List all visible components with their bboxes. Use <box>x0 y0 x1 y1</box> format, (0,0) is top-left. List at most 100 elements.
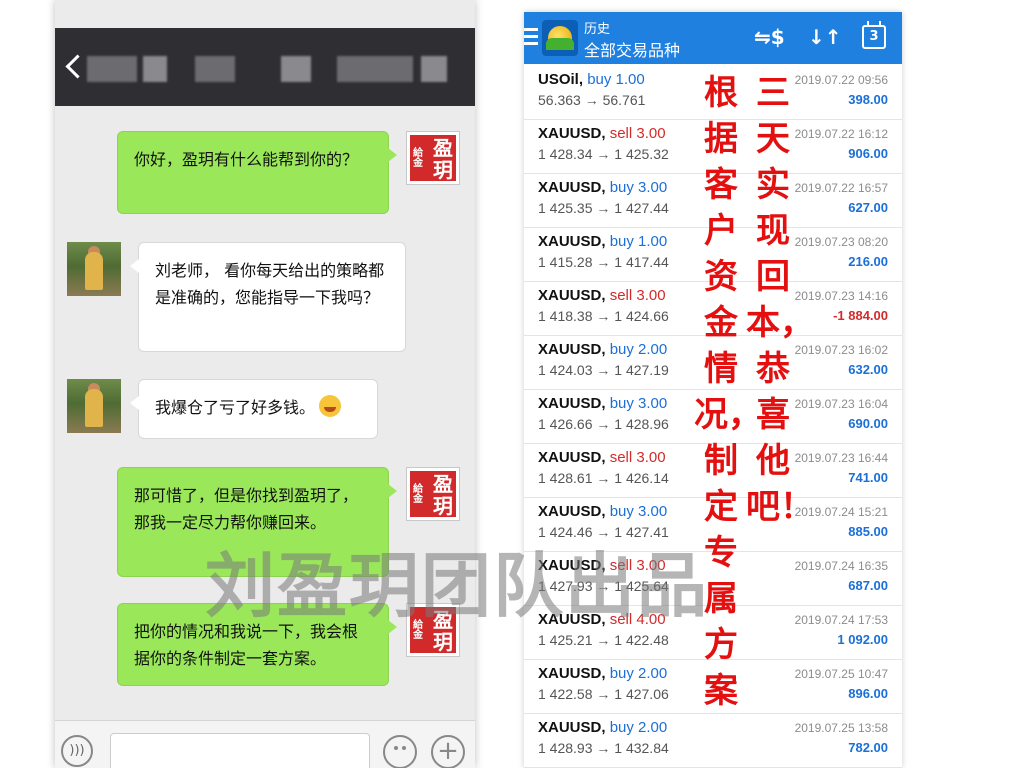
trade-side: buy <box>609 233 634 250</box>
voice-icon[interactable]: ))) <box>61 735 93 767</box>
message-bubble-self: 你好，盈玥有什么能帮到你的？ <box>117 131 397 214</box>
avatar-user[interactable] <box>67 242 121 296</box>
trade-lots: 2.00 <box>638 665 668 682</box>
overlay-text-right: 三天实现回本，恭喜他吧！ <box>746 73 814 527</box>
avatar-user[interactable] <box>67 379 121 433</box>
trade-prices: 1 425.21 → 1 422.48 <box>538 632 669 648</box>
trade-date: 2019.07.25 10:47 <box>794 667 888 681</box>
sort-icon[interactable]: ↓↑ <box>808 25 842 49</box>
history-header: 历史 全部交易品种 ⇋$ ↓↑ 3 <box>524 12 902 64</box>
seal-logo-icon: 盈 玥 給金 <box>410 471 456 517</box>
blurred-contact-name <box>195 56 235 82</box>
trade-symbol: USOil, buy 1.00 <box>538 71 645 88</box>
trade-profit: 216.00 <box>848 254 888 269</box>
trade-side: buy <box>609 503 634 520</box>
message-bubble-user: 刘老师， 看你每天给出的策略都是准确的，您能指导一下我吗？ <box>130 242 406 352</box>
laughing-emoji-icon <box>319 395 342 417</box>
trade-date: 2019.07.23 16:04 <box>794 397 888 411</box>
menu-icon[interactable] <box>524 28 538 46</box>
trade-symbol: XAUUSD, buy 2.00 <box>538 719 668 736</box>
message-text: 那可惜了，但是你找到盈玥了，那我一定尽力帮你赚回来。 <box>134 486 359 532</box>
trade-side: buy <box>609 341 634 358</box>
trade-side: sell <box>609 125 633 142</box>
trade-prices: 1 428.34 → 1 425.32 <box>538 146 669 162</box>
trade-symbol: XAUUSD, buy 2.00 <box>538 341 668 358</box>
trade-side: buy <box>609 665 634 682</box>
trade-profit: 1 092.00 <box>837 632 888 647</box>
trade-prices: 1 425.35 → 1 427.44 <box>538 200 669 216</box>
blurred-contact-name <box>337 56 413 82</box>
chat-window: 你好，盈玥有什么能帮到你的？ 盈 玥 給金 刘老师， 看你每天给出的策略都是准确… <box>55 0 475 768</box>
trade-side: buy <box>609 395 634 412</box>
trade-lots: 3.00 <box>636 287 666 304</box>
message-text: 刘老师， 看你每天给出的策略都是准确的，您能指导一下我吗？ <box>155 261 385 307</box>
trade-lots: 2.00 <box>638 341 668 358</box>
trade-prices: 1 428.93 → 1 432.84 <box>538 740 669 756</box>
trade-date: 2019.07.22 09:56 <box>794 73 888 87</box>
trade-symbol: XAUUSD, buy 3.00 <box>538 395 668 412</box>
trade-profit: 741.00 <box>848 470 888 485</box>
message-bubble-user: 我爆仓了亏了好多钱。 <box>130 379 378 439</box>
trade-date: 2019.07.23 14:16 <box>794 289 888 303</box>
trade-lots: 2.00 <box>638 719 668 736</box>
trade-date: 2019.07.22 16:57 <box>794 181 888 195</box>
trade-date: 2019.07.22 16:12 <box>794 127 888 141</box>
message-text: 我爆仓了亏了好多钱。 <box>155 398 316 417</box>
trade-profit: 690.00 <box>848 416 888 431</box>
trade-symbol: XAUUSD, buy 3.00 <box>538 179 668 196</box>
trade-symbol: XAUUSD, sell 3.00 <box>538 449 666 466</box>
currency-exchange-icon[interactable]: ⇋$ <box>754 25 785 49</box>
chat-header <box>55 28 475 106</box>
trade-symbol: XAUUSD, buy 1.00 <box>538 233 668 250</box>
trade-prices: 1 422.58 → 1 427.06 <box>538 686 669 702</box>
trade-date: 2019.07.25 13:58 <box>794 721 888 735</box>
trade-prices: 1 424.03 → 1 427.19 <box>538 362 669 378</box>
trade-lots: 3.00 <box>636 125 666 142</box>
seal-logo-icon: 盈 玥 給金 <box>410 135 456 181</box>
message-input[interactable] <box>110 733 370 768</box>
trade-profit: 398.00 <box>848 92 888 107</box>
plus-icon[interactable]: + <box>431 735 465 768</box>
trade-prices: 1 426.66 → 1 428.96 <box>538 416 669 432</box>
trade-profit: 632.00 <box>848 362 888 377</box>
trade-prices: 56.363 → 56.761 <box>538 92 646 108</box>
trade-row[interactable]: XAUUSD, buy 2.00 1 428.93 → 1 432.84 2019.… <box>524 714 902 768</box>
trade-prices: 1 428.61 → 1 426.14 <box>538 470 669 486</box>
trade-lots: 3.00 <box>638 503 668 520</box>
trade-symbol: XAUUSD, sell 3.00 <box>538 287 666 304</box>
blurred-contact-name <box>143 56 167 82</box>
trade-prices: 1 415.28 → 1 417.44 <box>538 254 669 270</box>
blurred-contact-name <box>421 56 447 82</box>
trade-symbol: XAUUSD, buy 2.00 <box>538 665 668 682</box>
emoji-icon[interactable] <box>383 735 417 768</box>
trade-profit: 627.00 <box>848 200 888 215</box>
back-arrow-icon[interactable] <box>65 54 90 79</box>
message-text: 你好，盈玥有什么能帮到你的？ <box>134 150 359 169</box>
trade-lots: 1.00 <box>615 71 645 88</box>
avatar-self[interactable]: 盈 玥 給金 <box>406 467 460 521</box>
trade-date: 2019.07.23 16:44 <box>794 451 888 465</box>
app-logo <box>542 20 578 56</box>
chat-input-bar: ))) + <box>55 720 475 768</box>
trade-side: sell <box>609 449 633 466</box>
calendar-icon[interactable]: 3 <box>862 21 886 49</box>
trade-side: buy <box>609 179 634 196</box>
blurred-contact-name <box>281 56 311 82</box>
trade-profit: 906.00 <box>848 146 888 161</box>
trade-side: buy <box>587 71 612 88</box>
trade-date: 2019.07.23 08:20 <box>794 235 888 249</box>
trade-lots: 3.00 <box>636 449 666 466</box>
symbol-filter[interactable]: 全部交易品种 <box>584 37 680 61</box>
trade-symbol: XAUUSD, buy 3.00 <box>538 503 668 520</box>
trade-profit: 896.00 <box>848 686 888 701</box>
page-title: 历史 <box>584 22 611 37</box>
trade-lots: 3.00 <box>638 179 668 196</box>
blurred-contact-name <box>87 56 137 82</box>
trade-lots: 3.00 <box>638 395 668 412</box>
trade-date: 2019.07.23 16:02 <box>794 343 888 357</box>
watermark: 刘盈玥团队出品 <box>205 544 709 627</box>
avatar-self[interactable]: 盈 玥 給金 <box>406 131 460 185</box>
trade-profit: 782.00 <box>848 740 888 755</box>
trade-prices: 1 418.38 → 1 424.66 <box>538 308 669 324</box>
trade-lots: 1.00 <box>638 233 668 250</box>
